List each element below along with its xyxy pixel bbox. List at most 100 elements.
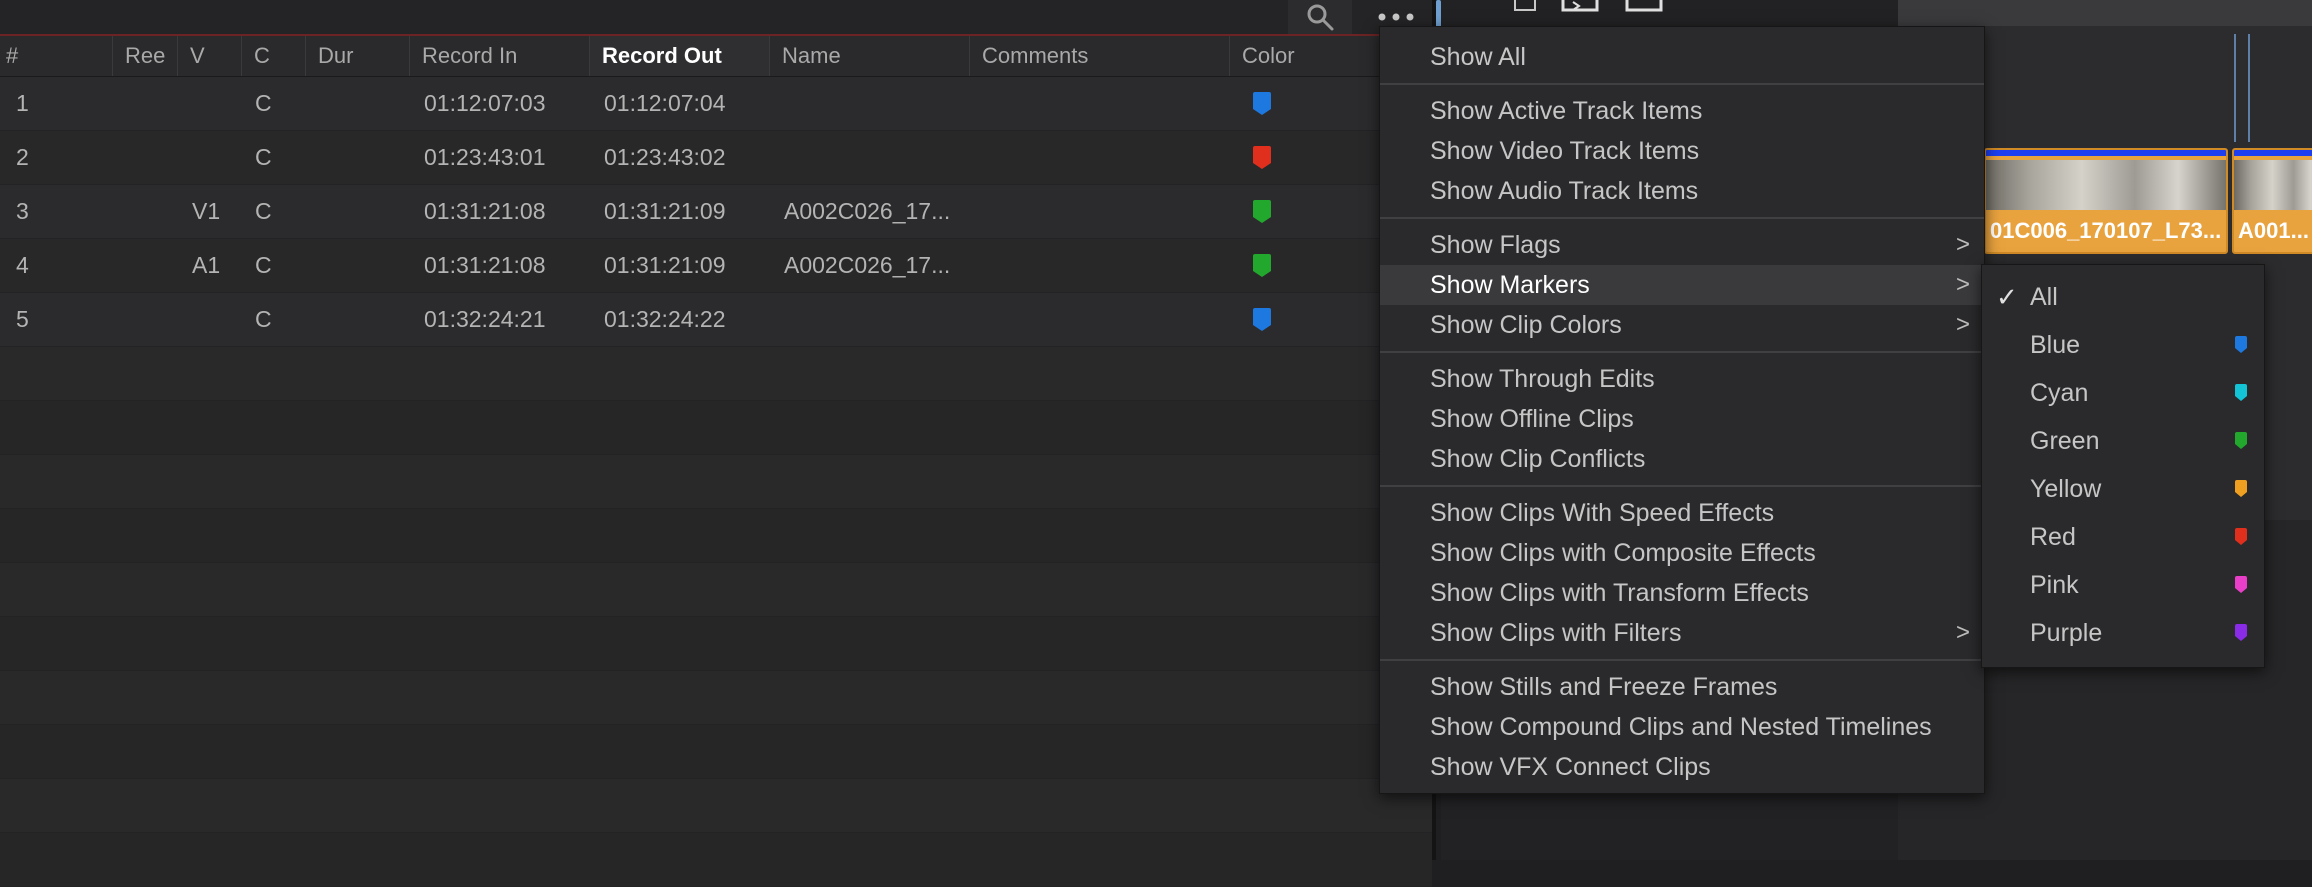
empty-rows — [0, 347, 1432, 887]
submenu-item-label: All — [2030, 283, 2058, 311]
column-header-record-in[interactable]: Record In — [409, 36, 589, 76]
table-row[interactable]: 2 C 01:23:43:01 01:23:43:02 — [0, 131, 1432, 185]
menu-separator — [1380, 351, 1984, 353]
submenu-item-label: Pink — [2030, 571, 2079, 599]
yellow-marker-icon — [2235, 480, 2247, 497]
menu-item-label: Show Through Edits — [1430, 365, 1655, 393]
cell-record-out: 01:31:21:09 — [604, 198, 726, 224]
clip-label: 01C006_170107_L73... — [1990, 218, 2222, 243]
menu-item-show-offline-clips[interactable]: Show Offline Clips — [1380, 399, 1984, 439]
cell-record-out: 01:32:24:22 — [604, 306, 726, 332]
menu-item-label: Show Clip Colors — [1430, 311, 1622, 339]
submenu-item-yellow[interactable]: Yellow — [1982, 465, 2264, 513]
menu-item-label: Show Markers — [1430, 271, 1590, 299]
table-row[interactable]: 4 A1 C 01:31:21:08 01:31:21:09 A002C026_… — [0, 239, 1432, 293]
cell-record-out: 01:23:43:02 — [604, 144, 726, 170]
checkmark-icon: ✓ — [1996, 282, 2018, 312]
submenu-item-label: Red — [2030, 523, 2076, 551]
menu-item-label: Show Clips With Speed Effects — [1430, 499, 1775, 527]
cell-c: C — [255, 252, 272, 278]
marker-color-icon — [1253, 146, 1271, 169]
column-header-name[interactable]: Name — [769, 36, 969, 76]
column-header-comments[interactable]: Comments — [969, 36, 1229, 76]
menu-item-show-active-track-items[interactable]: Show Active Track Items — [1380, 91, 1984, 131]
menu-item-label: Show Active Track Items — [1430, 97, 1703, 125]
dynamic-trim-icon[interactable] — [1625, 0, 1665, 14]
cell-name: A002C026_17... — [784, 252, 951, 278]
markers-submenu: ✓ All Blue Cyan Green Yellow Red Pink Pu — [1981, 264, 2265, 668]
marker-color-icon — [1253, 308, 1271, 331]
menu-item-show-through-edits[interactable]: Show Through Edits — [1380, 359, 1984, 399]
index-toolbar — [0, 0, 1432, 36]
menu-item-show-vfx-connect[interactable]: Show VFX Connect Clips — [1380, 747, 1984, 787]
cell-c: C — [255, 306, 272, 332]
column-header-record-out[interactable]: Record Out — [589, 36, 769, 76]
cell-number: 5 — [16, 306, 29, 332]
table-row[interactable]: 3 V1 C 01:31:21:08 01:31:21:09 A002C026_… — [0, 185, 1432, 239]
app-window: # Ree V C Dur Record In Record Out Name … — [0, 0, 2312, 887]
column-header-v[interactable]: V — [177, 36, 241, 76]
filter-context-menu: Show All Show Active Track Items Show Vi… — [1379, 26, 1985, 794]
search-icon — [1307, 4, 1334, 31]
timeline-clip[interactable]: A001... — [2232, 148, 2312, 254]
cell-record-out: 01:31:21:09 — [604, 252, 726, 278]
menu-item-show-stills[interactable]: Show Stills and Freeze Frames — [1380, 667, 1984, 707]
submenu-item-purple[interactable]: Purple — [1982, 609, 2264, 657]
cell-number: 4 — [16, 252, 29, 278]
menu-item-show-clip-conflicts[interactable]: Show Clip Conflicts — [1380, 439, 1984, 479]
edit-index-panel: # Ree V C Dur Record In Record Out Name … — [0, 0, 1432, 887]
menu-item-show-speed-effects[interactable]: Show Clips With Speed Effects — [1380, 493, 1984, 533]
purple-marker-icon — [2235, 624, 2247, 641]
menu-item-label: Show Clip Conflicts — [1430, 445, 1646, 473]
menu-separator — [1380, 217, 1984, 219]
column-header-c[interactable]: C — [241, 36, 305, 76]
timeline-clip[interactable]: 01C006_170107_L73... — [1984, 148, 2228, 254]
menu-item-show-flags[interactable]: Show Flags > — [1380, 225, 1984, 265]
menu-item-show-compound-clips[interactable]: Show Compound Clips and Nested Timelines — [1380, 707, 1984, 747]
menu-item-show-all[interactable]: Show All — [1380, 37, 1984, 77]
selection-mode-icon[interactable] — [1513, 0, 1539, 14]
submenu-item-cyan[interactable]: Cyan — [1982, 369, 2264, 417]
menu-item-show-composite-effects[interactable]: Show Clips with Composite Effects — [1380, 533, 1984, 573]
column-header-duration[interactable]: Dur — [305, 36, 409, 76]
menu-item-label: Show Flags — [1430, 231, 1561, 259]
trim-mode-icon[interactable] — [1561, 0, 1601, 14]
menu-item-show-transform-effects[interactable]: Show Clips with Transform Effects — [1380, 573, 1984, 613]
cell-number: 2 — [16, 144, 29, 170]
menu-item-show-clip-colors[interactable]: Show Clip Colors > — [1380, 305, 1984, 345]
menu-item-show-clips-with-filters[interactable]: Show Clips with Filters > — [1380, 613, 1984, 653]
column-header-reel[interactable]: Ree — [112, 36, 177, 76]
menu-item-show-video-track-items[interactable]: Show Video Track Items — [1380, 131, 1984, 171]
menu-item-label: Show VFX Connect Clips — [1430, 753, 1711, 781]
table-row[interactable]: 5 C 01:32:24:21 01:32:24:22 — [0, 293, 1432, 347]
table-row[interactable]: 1 C 01:12:07:03 01:12:07:04 — [0, 77, 1432, 131]
menu-item-label: Show Clips with Filters — [1430, 619, 1682, 647]
marker-color-icon — [1253, 254, 1271, 277]
table-header: # Ree V C Dur Record In Record Out Name … — [0, 36, 1432, 77]
menu-item-show-markers[interactable]: Show Markers > — [1380, 265, 1984, 305]
submenu-item-label: Cyan — [2030, 379, 2089, 407]
chevron-right-icon: > — [1955, 231, 1970, 258]
submenu-item-all[interactable]: ✓ All — [1982, 273, 2264, 321]
cell-record-in: 01:31:21:08 — [424, 252, 546, 278]
menu-item-label: Show All — [1430, 43, 1526, 71]
cell-c: C — [255, 144, 272, 170]
column-header-number[interactable]: # — [0, 36, 112, 76]
submenu-item-label: Purple — [2030, 619, 2103, 647]
search-button[interactable] — [1288, 0, 1352, 34]
blue-marker-icon — [2235, 336, 2247, 353]
menu-item-show-audio-track-items[interactable]: Show Audio Track Items — [1380, 171, 1984, 211]
submenu-item-blue[interactable]: Blue — [1982, 321, 2264, 369]
cell-record-in: 01:12:07:03 — [424, 90, 546, 116]
menu-separator — [1380, 659, 1984, 661]
submenu-item-green[interactable]: Green — [1982, 417, 2264, 465]
cell-c: C — [255, 90, 272, 116]
submenu-item-red[interactable]: Red — [1982, 513, 2264, 561]
playhead[interactable] — [2234, 34, 2250, 142]
cell-record-in: 01:31:21:08 — [424, 198, 546, 224]
submenu-item-label: Green — [2030, 427, 2100, 455]
timeline-ruler[interactable] — [1898, 0, 2312, 26]
cell-record-out: 01:12:07:04 — [604, 90, 726, 116]
submenu-item-pink[interactable]: Pink — [1982, 561, 2264, 609]
menu-item-label: Show Stills and Freeze Frames — [1430, 673, 1778, 701]
